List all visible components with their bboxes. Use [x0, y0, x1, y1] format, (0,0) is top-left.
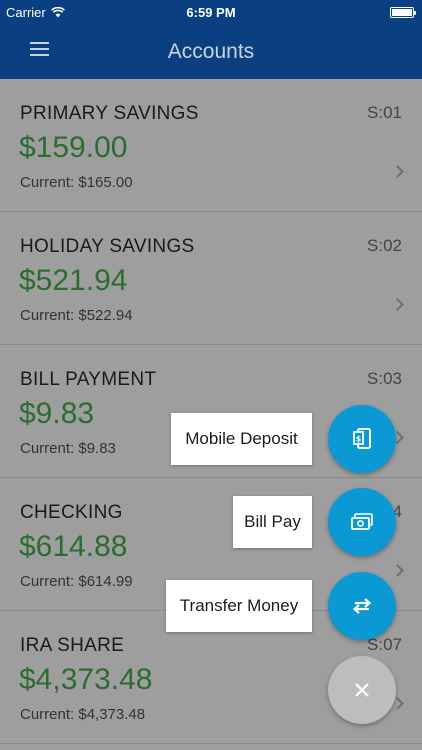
chevron-right-icon	[391, 298, 404, 311]
account-current-balance: Current: $4,373.48	[20, 706, 146, 723]
carrier-label: Carrier	[6, 4, 46, 20]
battery-icon	[390, 6, 416, 18]
wifi-icon	[50, 6, 65, 17]
account-balance: $159.00	[19, 131, 128, 164]
status-bar: Carrier 6:59 PM	[0, 0, 422, 24]
svg-text:$: $	[356, 435, 362, 444]
account-balance: $614.88	[19, 530, 128, 563]
account-balance: $4,373.48	[19, 663, 153, 696]
bill-pay-label[interactable]: Bill Pay	[233, 496, 312, 548]
account-name: IRA SHARE	[20, 635, 125, 656]
account-code: S:02	[367, 236, 402, 255]
close-icon	[355, 683, 369, 697]
account-row[interactable]: HOLIDAY SAVINGS S:02 $521.94 Current: $5…	[0, 212, 422, 345]
account-code: S:01	[367, 103, 402, 122]
account-current-balance: Current: $165.00	[20, 174, 133, 191]
account-balance: $521.94	[19, 264, 128, 297]
account-name: BILL PAYMENT	[20, 369, 157, 390]
mobile-deposit-button[interactable]: $	[328, 405, 396, 473]
chevron-right-icon	[391, 165, 404, 178]
account-code: S:03	[367, 369, 402, 388]
account-name: CHECKING	[20, 502, 123, 523]
account-name: PRIMARY SAVINGS	[20, 103, 199, 124]
close-menu-button[interactable]	[328, 656, 396, 724]
transfer-arrows-icon	[352, 598, 372, 614]
account-current-balance: Current: $9.83	[20, 440, 116, 457]
mobile-deposit-icon: $	[353, 428, 371, 449]
transfer-money-label[interactable]: Transfer Money	[166, 580, 312, 632]
cash-icon	[351, 513, 373, 530]
account-current-balance: Current: $614.99	[20, 573, 133, 590]
transfer-money-button[interactable]	[328, 572, 396, 640]
mobile-deposit-label[interactable]: Mobile Deposit	[171, 413, 312, 465]
account-row[interactable]: PRIMARY SAVINGS S:01 $159.00 Current: $1…	[0, 79, 422, 212]
hamburger-menu-icon[interactable]	[30, 42, 49, 56]
status-left: Carrier	[6, 5, 65, 20]
bill-pay-button[interactable]	[328, 488, 396, 556]
account-current-balance: Current: $522.94	[20, 307, 133, 324]
page-title: Accounts	[167, 39, 255, 63]
nav-bar: Accounts	[0, 24, 422, 79]
chevron-right-icon	[391, 564, 404, 577]
account-balance: $9.83	[19, 397, 95, 430]
account-name: HOLIDAY SAVINGS	[20, 236, 195, 257]
